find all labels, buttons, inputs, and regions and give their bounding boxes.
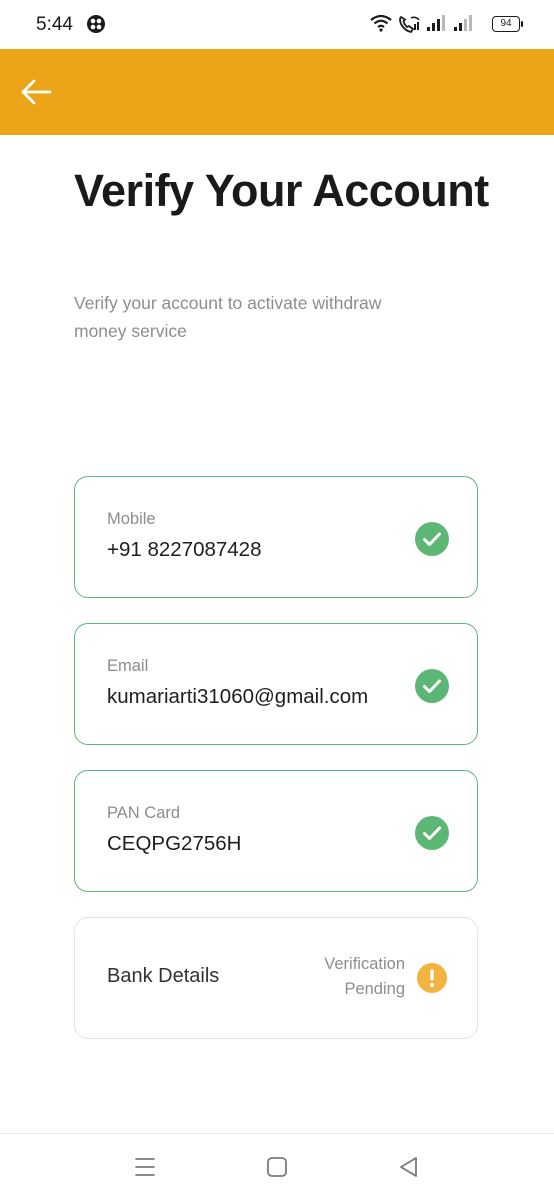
status-icons: 94 — [370, 14, 523, 36]
warning-icon — [417, 963, 447, 993]
home-button[interactable] — [264, 1154, 290, 1180]
check-circle-icon — [415, 522, 449, 556]
back-button[interactable] — [14, 69, 60, 115]
status-bar: 5:44 94 — [0, 0, 554, 49]
page-subtitle: Verify your account to activate withdraw… — [74, 293, 382, 341]
mobile-value: +91 8227087428 — [107, 538, 262, 561]
bank-details-card[interactable]: Bank Details Verification Pending — [74, 917, 478, 1039]
check-circle-icon — [415, 669, 449, 703]
status-time: 5:44 — [36, 14, 73, 35]
app-notification-icon — [87, 15, 105, 33]
pan-value: CEQPG2756H — [107, 832, 242, 855]
back-triangle-icon — [400, 1157, 417, 1177]
mobile-label: Mobile — [107, 510, 156, 528]
signal-2-icon — [454, 15, 472, 31]
menu-icon — [135, 1158, 155, 1176]
bank-details-label: Bank Details — [107, 965, 220, 987]
check-circle-icon — [415, 816, 449, 850]
email-value: kumariarti31060@gmail.com — [107, 685, 369, 708]
pan-card[interactable]: PAN Card CEQPG2756H — [74, 770, 478, 892]
home-square-icon — [267, 1157, 287, 1177]
arrow-left-icon — [21, 79, 52, 105]
mobile-card[interactable]: Mobile +91 8227087428 — [74, 476, 478, 598]
recent-apps-button[interactable] — [132, 1154, 158, 1180]
wifi-call-icon — [399, 15, 420, 33]
page-title: Verify Your Account — [74, 165, 489, 216]
battery-icon: 94 — [492, 16, 523, 32]
app-bar — [0, 49, 554, 135]
nav-back-button[interactable] — [396, 1154, 422, 1180]
system-nav-bar — [0, 1133, 554, 1201]
verification-pending-status: Verification Pending — [324, 955, 405, 998]
pan-label: PAN Card — [107, 804, 181, 822]
email-label: Email — [107, 657, 149, 675]
signal-1-icon — [427, 15, 445, 31]
wifi-icon — [370, 14, 392, 32]
email-card[interactable]: Email kumariarti31060@gmail.com — [74, 623, 478, 745]
